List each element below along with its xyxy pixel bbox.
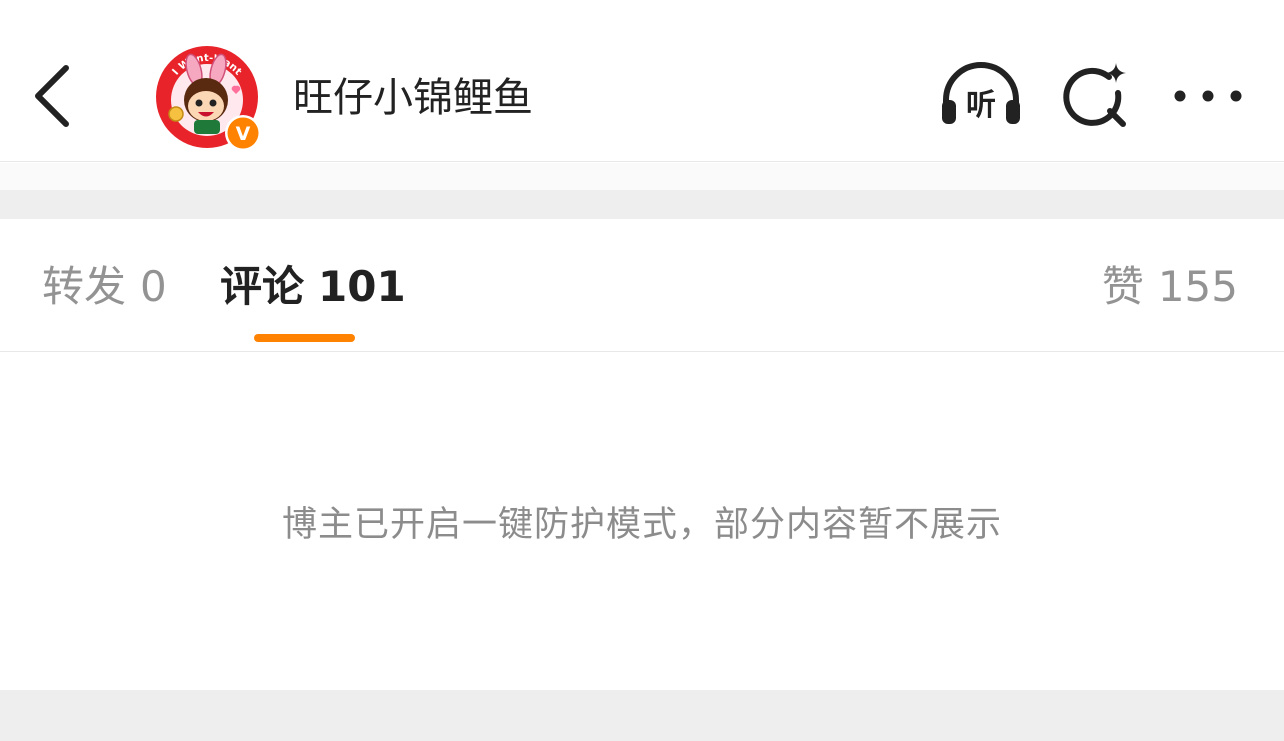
verified-mark: V [236, 123, 251, 145]
header-bottom-strip [0, 163, 1284, 190]
comments-area: 博主已开启一键防护模式，部分内容暂不展示 [0, 352, 1284, 690]
tab-likes-count: 155 [1157, 262, 1238, 311]
tab-reposts-label: 转发 [42, 262, 127, 311]
chevron-left-icon [35, 65, 69, 127]
more-dots-icon [1174, 90, 1242, 102]
verified-badge-icon: V [224, 114, 262, 152]
listen-button[interactable]: 听 [938, 62, 1024, 128]
tab-comments-label: 评论 [220, 262, 305, 311]
tab-comments-count: 101 [318, 262, 406, 311]
weibo-detail-page: I Want-Want [0, 0, 1284, 741]
headphones-icon: 听 [942, 62, 1020, 124]
search-button[interactable] [1060, 60, 1132, 132]
listen-label: 听 [966, 88, 996, 123]
top-navigation-bar: I Want-Want [0, 0, 1284, 162]
section-divider [0, 190, 1284, 219]
protection-mode-notice: 博主已开启一键防护模式，部分内容暂不展示 [281, 505, 1002, 545]
more-options-button[interactable] [1170, 78, 1246, 114]
active-tab-indicator [254, 334, 355, 342]
tab-reposts[interactable]: 转发 0 [42, 259, 167, 315]
tab-likes-label: 赞 [1101, 262, 1144, 311]
tab-likes[interactable]: 赞 155 [1102, 259, 1238, 315]
search-sparkle-icon [1063, 63, 1126, 127]
bottom-divider [0, 690, 1284, 741]
interaction-tabs: 转发 0 评论 101 赞 155 [0, 219, 1284, 352]
tab-comments[interactable]: 评论 101 [220, 259, 406, 315]
back-button[interactable] [26, 60, 86, 130]
tab-reposts-count: 0 [140, 262, 167, 311]
username[interactable]: 旺仔小锦鲤鱼 [293, 68, 533, 128]
